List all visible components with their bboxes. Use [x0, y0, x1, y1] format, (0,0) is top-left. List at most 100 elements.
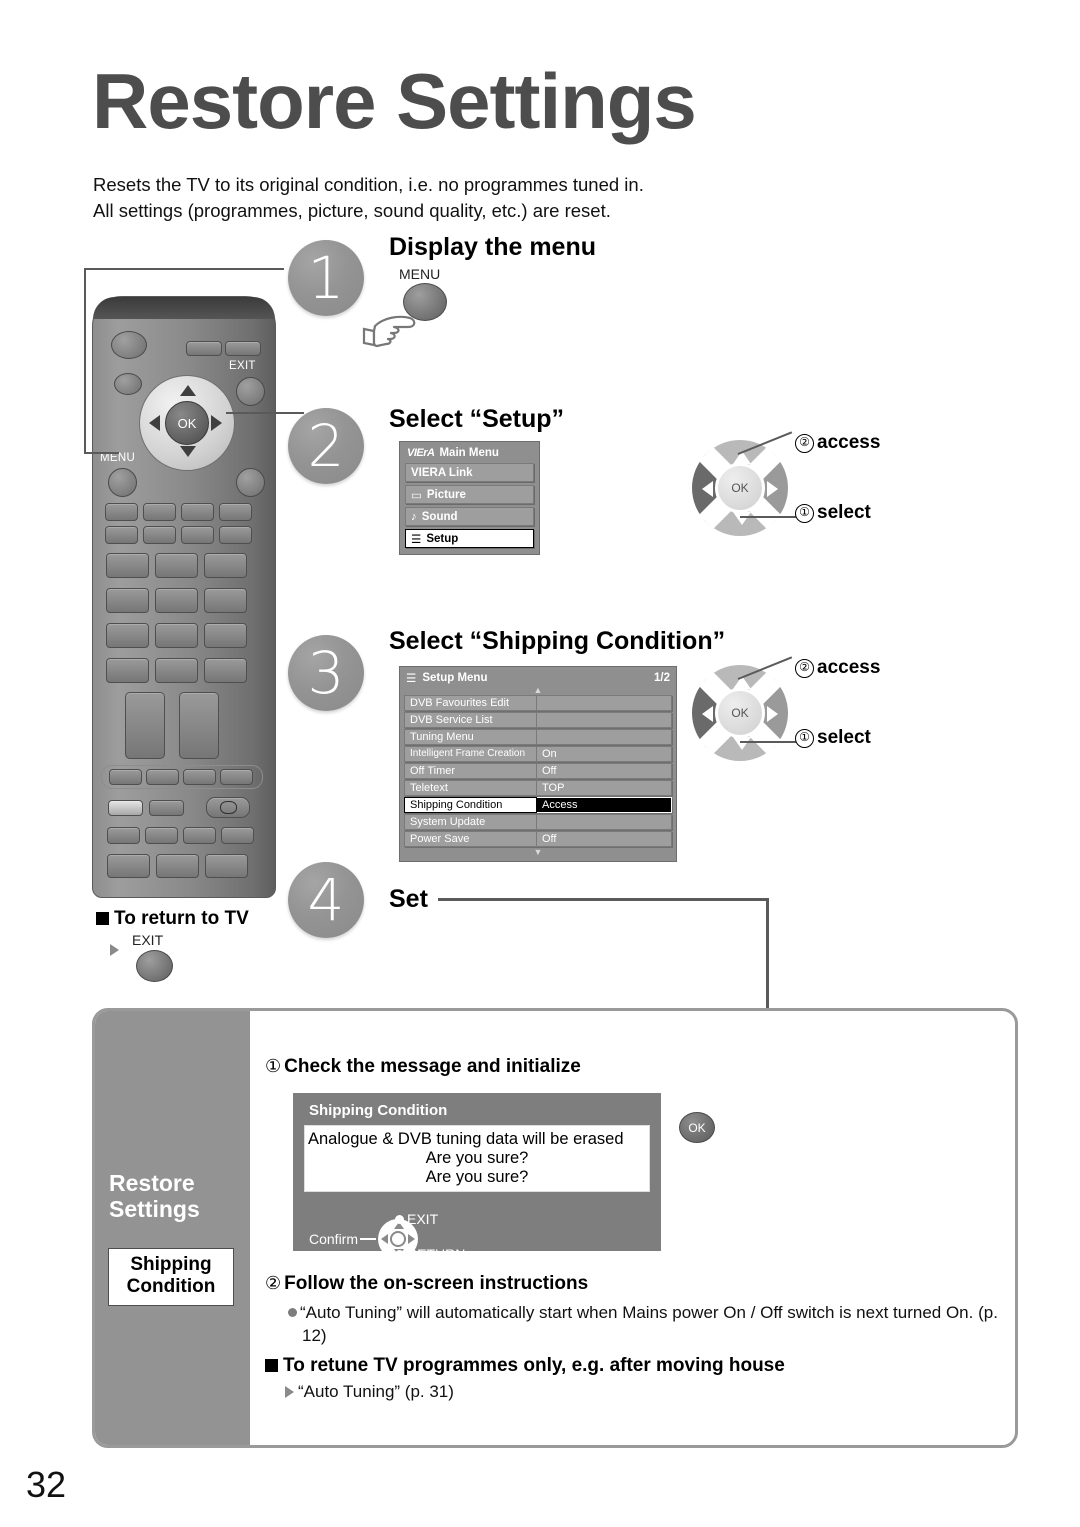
setup-row-value	[537, 695, 672, 711]
dialog-message-line-1: Analogue & DVB tuning data will be erase…	[308, 1130, 624, 1148]
dialog-return-label: RETURN	[407, 1246, 466, 1262]
viera-menu-header: VIErA Main Menu	[405, 446, 534, 463]
minipad-right-icon	[408, 1234, 416, 1244]
dialog-title: Shipping Condition	[309, 1102, 448, 1119]
remote-function-button-1	[105, 526, 138, 544]
nav-down-icon	[733, 737, 751, 750]
dpad-left-icon	[149, 415, 160, 431]
remote-function-button-3	[181, 526, 214, 544]
arrow-right-icon	[110, 944, 119, 956]
remote-color-button-4	[219, 503, 252, 521]
substep-1-text: Check the message and initialize	[284, 1056, 581, 1077]
viera-menu-item-picture[interactable]: ▭ Picture	[405, 485, 534, 504]
setup-row-dvb-favourites-edit[interactable]: DVB Favourites Edit	[404, 695, 672, 711]
setup-row-label: Intelligent Frame Creation	[404, 746, 537, 762]
substep-1-heading: ① Check the message and initialize	[265, 1056, 581, 1078]
substep-3-link-text: “Auto Tuning” (p. 31)	[298, 1382, 454, 1401]
exit-button-illustration[interactable]	[136, 950, 173, 982]
remote-aux-button-2	[149, 800, 184, 816]
sidebar-title: Restore Settings	[109, 1170, 200, 1223]
nav-ok-label: OK	[731, 706, 749, 720]
remote-numeric-7	[106, 623, 149, 648]
minipad-center	[390, 1231, 407, 1247]
circled-2-icon: ②	[795, 659, 814, 678]
remote-exit-label: EXIT	[229, 360, 256, 372]
nav-right-icon	[767, 706, 778, 722]
setup-row-shipping-condition[interactable]: Shipping Condition Access	[404, 797, 672, 813]
step-2-heading: Select “Setup”	[389, 405, 565, 433]
bullet-dot-icon	[288, 1308, 297, 1317]
viera-menu-item-setup[interactable]: ☰ Setup	[405, 529, 534, 548]
remote-power-button	[111, 331, 147, 359]
remote-numeric-2	[155, 553, 198, 578]
substep-3-link[interactable]: “Auto Tuning” (p. 31)	[285, 1382, 454, 1402]
step-3-heading: Select “Shipping Condition”	[389, 627, 726, 655]
dpad-right-icon	[211, 415, 222, 431]
shipping-condition-dialog: Shipping Condition Analogue & DVB tuning…	[293, 1093, 661, 1262]
remote-playback-4	[220, 769, 253, 785]
remote-numeric-1	[106, 553, 149, 578]
setup-row-value	[537, 729, 672, 745]
nav-ok-label: OK	[731, 481, 749, 495]
nav-down-icon	[733, 512, 751, 525]
sidebar-shipping-condition-chip[interactable]: Shipping Condition	[108, 1248, 234, 1306]
dialog-message-line-2: Are you sure?	[425, 1148, 529, 1167]
setup-row-teletext[interactable]: Teletext TOP	[404, 780, 672, 796]
nav-diagram-step2: OK	[692, 440, 788, 536]
page-number: 32	[26, 1464, 67, 1505]
setup-row-intelligent-frame-creation[interactable]: Intelligent Frame Creation On	[404, 746, 672, 762]
setup-row-value: TOP	[537, 780, 672, 796]
remote-numeric-12	[204, 658, 247, 683]
remote-numeric-6	[204, 588, 247, 613]
setup-row-label: Tuning Menu	[404, 729, 537, 745]
remote-control-illustration: EXIT OK MENU	[92, 296, 276, 898]
setup-row-tuning-menu[interactable]: Tuning Menu	[404, 729, 672, 745]
setup-row-off-timer[interactable]: Off Timer Off	[404, 763, 672, 779]
nav-select-label-1: ① select	[795, 502, 871, 524]
step-4-heading: Set	[389, 885, 428, 913]
nav-access-text: access	[817, 432, 881, 453]
dialog-confirm-row: Confirm EXIT RETURN	[309, 1211, 465, 1262]
viera-menu-item-label: Picture	[426, 488, 466, 501]
remote-top-bezel	[93, 297, 275, 319]
setup-menu-panel: ☰ Setup Menu 1/2 ▲ DVB Favourites Edit D…	[399, 666, 677, 862]
nav-select-text: select	[817, 727, 871, 748]
nav-select-text: select	[817, 502, 871, 523]
nav-diagram-step3: OK	[692, 665, 788, 761]
step1-leader-vert	[84, 268, 86, 454]
setup-row-dvb-service-list[interactable]: DVB Service List	[404, 712, 672, 728]
dialog-exit-option[interactable]: EXIT	[395, 1211, 438, 1227]
remote-input-button	[114, 373, 142, 395]
step-3-badge: 3	[288, 635, 364, 711]
scroll-up-icon: ▲	[533, 685, 543, 695]
setup-row-system-update[interactable]: System Update	[404, 814, 672, 830]
music-note-icon: ♪	[411, 510, 417, 523]
dialog-message-line-3: Are you sure?	[425, 1167, 529, 1186]
remote-color-button-3	[181, 503, 214, 521]
remote-bottom-button-5	[107, 854, 150, 878]
setup-row-label: DVB Service List	[404, 712, 537, 728]
remote-bottom-button-3	[183, 827, 216, 844]
dialog-return-option[interactable]: RETURN	[395, 1246, 465, 1262]
dialog-ok-button[interactable]: OK	[679, 1112, 715, 1143]
viera-menu-item-viera-link[interactable]: VIERA Link	[405, 463, 534, 482]
setup-row-value	[537, 712, 672, 728]
dialog-message: Analogue & DVB tuning data will be erase…	[304, 1125, 650, 1193]
dpad-up-icon	[180, 385, 196, 396]
circled-1-icon: ①	[795, 729, 814, 748]
exit-button-caption: EXIT	[132, 932, 164, 948]
substep-3-heading: To retune TV programmes only, e.g. after…	[265, 1355, 785, 1377]
nav-access-label-2: ② access	[795, 657, 880, 679]
intro-line-1: Resets the TV to its original condition,…	[93, 174, 644, 195]
dialog-confirm-label: Confirm	[309, 1231, 359, 1247]
viera-menu-item-sound[interactable]: ♪ Sound	[405, 507, 534, 526]
square-bullet-icon	[265, 1359, 278, 1372]
page-title: Restore Settings	[92, 57, 697, 145]
setup-row-value	[537, 814, 672, 830]
remote-numeric-10	[106, 658, 149, 683]
nav-access-label-1: ② access	[795, 432, 880, 454]
setup-row-power-save[interactable]: Power Save Off	[404, 831, 672, 847]
list-icon: ☰	[406, 673, 417, 685]
viera-menu-item-label: Setup	[426, 532, 459, 545]
dpad-down-icon	[180, 446, 196, 457]
